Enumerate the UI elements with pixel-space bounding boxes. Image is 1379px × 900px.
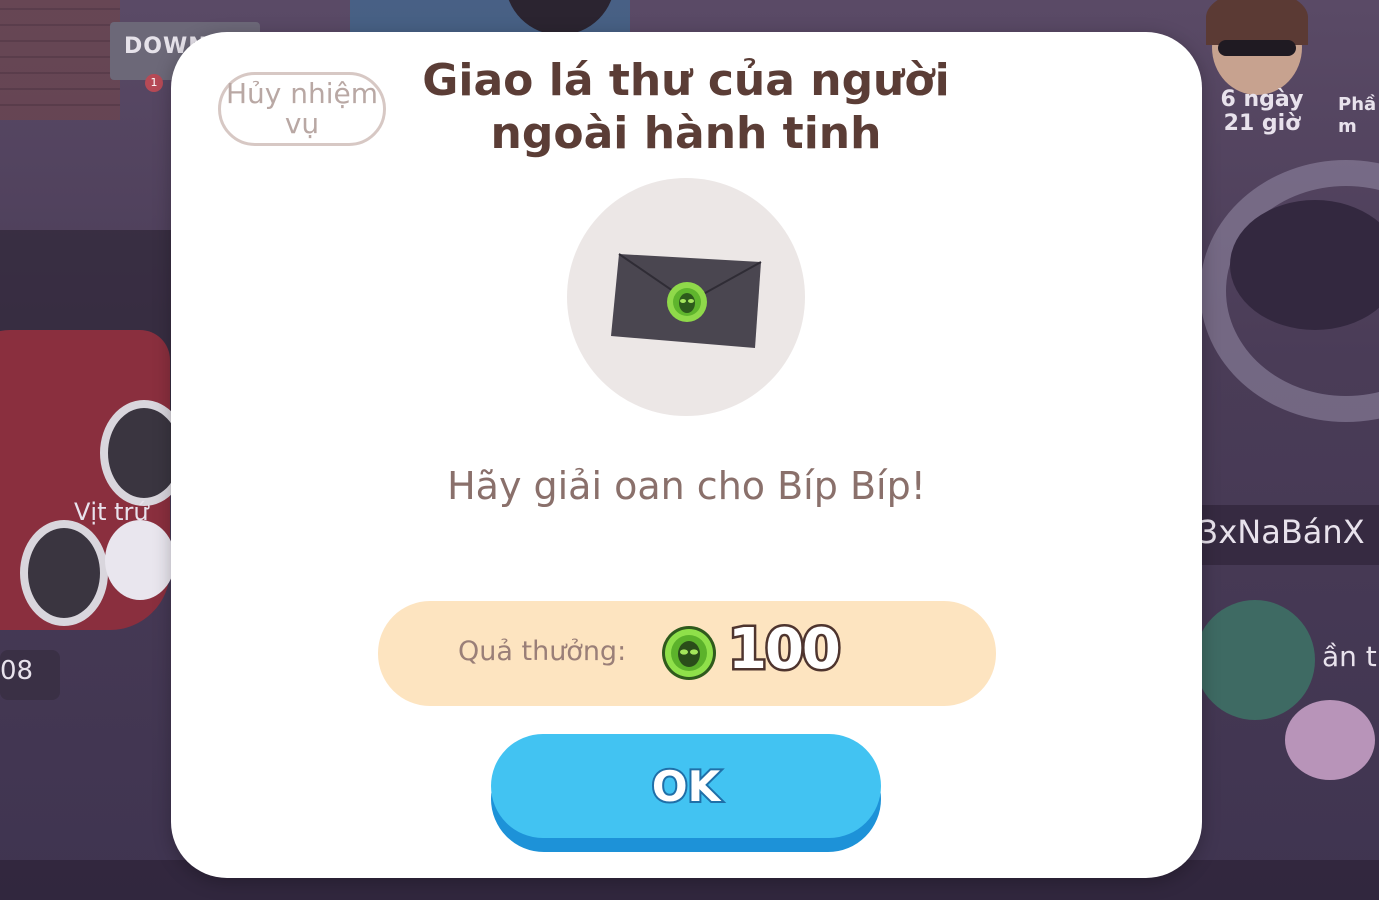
event-avatar <box>1206 0 1308 95</box>
event-timer: 6 ngày 21 giờ <box>1220 87 1304 136</box>
drum-object <box>1195 600 1315 720</box>
side-label: Phầ m <box>1338 94 1377 137</box>
quest-dialog: Hủy nhiệm vụ Giao lá thư của người ngoài… <box>171 32 1202 878</box>
npc-name: Vịt trứ <box>74 498 149 526</box>
building-wall <box>0 0 120 120</box>
duck-npc <box>105 520 175 600</box>
quest-message: Hãy giải oan cho Bíp Bíp! <box>447 464 926 508</box>
reward-amount: 100 <box>726 615 844 685</box>
right-label: ần t <box>1322 640 1377 673</box>
reward-label: Quả thưởng: <box>458 636 627 667</box>
notification-badge: 1 <box>145 74 163 92</box>
car-wheel <box>20 520 108 626</box>
alien-letter-icon <box>611 253 762 348</box>
quest-icon-circle <box>567 178 805 416</box>
pink-character <box>1285 700 1375 780</box>
quest-title: Giao lá thư của người ngoài hành tinh <box>422 55 950 159</box>
left-counter: 08 <box>0 656 34 686</box>
player-name: 3xNaBánX <box>1198 513 1365 551</box>
alien-coin-icon <box>662 626 716 680</box>
reward-bar: Quả thưởng: 100 <box>378 601 996 706</box>
cancel-quest-button[interactable]: Hủy nhiệm vụ <box>218 72 386 146</box>
ok-button[interactable]: OK <box>491 734 881 852</box>
ok-button-label: OK <box>650 760 722 813</box>
